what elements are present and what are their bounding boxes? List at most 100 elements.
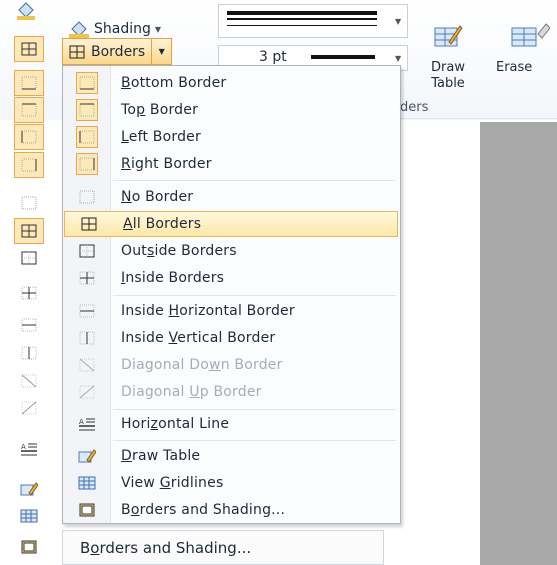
group-label: ders [400,100,429,115]
draw-table-icon [14,476,44,502]
menu-item-draw-table[interactable]: Draw Table [63,443,400,469]
no-border-icon [76,186,98,208]
menu-separator [113,180,396,181]
pen-weight-value: 3 pt [259,49,287,65]
draw-table-icon [434,25,463,47]
borders-button[interactable]: Borders ▼ [62,38,200,65]
menu-item-label: Right Border [121,156,212,172]
all-borders-icon [78,213,100,235]
menu-item-inside-horizontal-border[interactable]: Inside Horizontal Border [63,298,400,324]
paint-bucket-icon [69,21,89,38]
svg-text:A: A [79,418,84,426]
horizontal-line-icon: A [76,413,98,435]
draw-table-label-2: Table [431,76,465,91]
shading-button[interactable]: Shading ▼ [68,18,161,40]
borders-dropdown-arrow[interactable]: ▼ [152,38,173,65]
menu-item-label: Draw Table [121,448,201,464]
menu-item-outside-borders[interactable]: Outside Borders [63,238,400,264]
view-gridlines-icon [14,503,44,529]
menu-separator [113,295,396,296]
diagonal-up-border-icon [14,395,44,421]
diagonal-down-border-icon [14,368,44,394]
no-border-icon [14,190,44,216]
outside-borders-icon [76,240,98,262]
eraser-button[interactable]: Erase [496,22,557,76]
menu-item-label: Borders and Shading... [121,502,286,518]
left-border-icon [76,126,98,148]
menu-separator [113,440,396,441]
borders-label: Borders [91,43,146,60]
view-gridlines-icon [76,472,98,494]
menu-item-bottom-border[interactable]: Bottom Border [63,70,400,96]
top-border-icon [14,97,44,123]
inside-horizontal-border-icon [14,312,44,338]
borders-and-shading-icon [14,534,44,560]
right-border-icon [14,152,44,178]
borders-button-main[interactable]: Borders [62,38,153,65]
menu-item-label: Diagonal Down Border [121,357,283,373]
draw-table-icon [76,445,98,467]
menu-item-view-gridlines[interactable]: View Gridlines [63,470,400,496]
right-border-icon [76,153,98,175]
menu-item-label: View Gridlines [121,475,224,491]
chevron-down-icon: ▼ [158,47,165,56]
menu-item-inside-borders[interactable]: Inside Borders [63,265,400,291]
inside-horizontal-border-icon [76,300,98,322]
eraser-icon [511,23,551,47]
draw-table-button[interactable]: Draw Table [420,22,476,92]
pen-style-dropdown[interactable]: ▼ [218,4,408,38]
menu-item-left-border[interactable]: Left Border [63,124,400,150]
menu-item-label: Left Border [121,129,201,145]
eraser-label: Erase [496,60,533,75]
top-border-icon [76,99,98,121]
menu-item-top-border[interactable]: Top Border [63,97,400,123]
menu-item-diagonal-up-border: Diagonal Up Border [63,379,400,405]
menu-item-label: Inside Borders [121,270,225,286]
document-margin [480,122,557,565]
menu-item-label: Diagonal Up Border [121,384,262,400]
menu-item-inside-vertical-border[interactable]: Inside Vertical Border [63,325,400,351]
menu-item-label: All Borders [123,216,202,232]
chevron-down-icon: ▼ [395,17,402,26]
group-divider [398,118,557,119]
menu-item-diagonal-down-border: Diagonal Down Border [63,352,400,378]
all-borders-icon [69,45,85,58]
inside-vertical-border-icon [14,340,44,366]
svg-text:A: A [21,443,26,451]
bottom-border-icon [14,70,44,96]
menu-item-label: Bottom Border [121,75,227,91]
menu-item-all-borders[interactable]: All Borders [64,211,398,237]
menu-item-no-border[interactable]: No Border [63,184,400,210]
shading-button-behind [15,0,37,28]
chevron-down-icon: ▼ [154,24,162,34]
inside-vertical-border-icon [76,327,98,349]
shading-label: Shading [94,21,151,37]
menu-item-right-border[interactable]: Right Border [63,151,400,177]
inside-borders-icon [14,280,44,306]
draw-table-label-1: Draw [431,60,465,75]
diagonal-up-border-icon [76,381,98,403]
menu-item-label: Horizontal Line [121,416,230,432]
menu-item-borders-and-shading[interactable]: Borders and Shading... [63,497,400,523]
pen-weight-sample [311,55,375,59]
paint-bucket-icon [17,2,35,20]
horizontal-line-icon: A [14,436,44,462]
menu-separator [113,409,396,410]
outside-borders-icon [14,245,44,271]
borders-and-shading-label-behind: Borders and Shading... [80,539,252,557]
left-border-icon [14,124,44,150]
menu-item-horizontal-line[interactable]: A Horizontal Line [63,411,400,437]
borders-dropdown-menu: Bottom Border Top Border Left Border Rig… [62,65,401,524]
diagonal-down-border-icon [76,354,98,376]
all-borders-icon [14,36,44,62]
chevron-down-icon: ▼ [395,54,402,63]
menu-item-label: Top Border [121,102,199,118]
menu-item-label: No Border [121,189,194,205]
menu-item-label: Outside Borders [121,243,237,259]
borders-and-shading-icon [76,499,98,521]
inside-borders-icon [76,267,98,289]
menu-item-label: Inside Horizontal Border [121,303,295,319]
all-borders-icon [14,218,44,244]
bottom-border-icon [76,72,98,94]
menu-item-label: Inside Vertical Border [121,330,276,346]
